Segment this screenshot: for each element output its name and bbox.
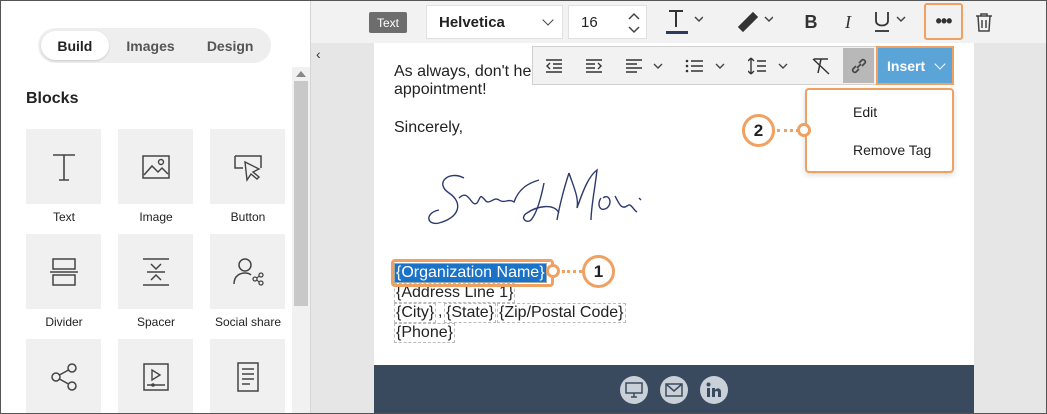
linkedin-icon[interactable] <box>700 376 728 404</box>
block-social-share-label: Social share <box>214 315 282 329</box>
sidebar-scrollbar[interactable] <box>292 67 310 413</box>
callout-connector-1 <box>562 270 582 273</box>
block-image[interactable] <box>118 129 193 204</box>
block-text[interactable] <box>26 129 101 204</box>
block-document[interactable] <box>210 339 285 413</box>
align-left-icon[interactable] <box>625 58 665 74</box>
text-icon <box>52 153 75 181</box>
line-spacing-icon[interactable] <box>748 57 790 75</box>
format-toolbar: Text Helvetica 16 B I ••• <box>311 1 1046 43</box>
text-color-icon <box>666 10 703 34</box>
link-button[interactable] <box>843 48 874 83</box>
element-type-badge: Text <box>369 12 407 33</box>
tag-phone[interactable]: {Phone} <box>394 323 455 343</box>
bullet-list-icon[interactable] <box>685 58 727 74</box>
indent-icon[interactable] <box>585 58 603 74</box>
social-share-icon <box>232 257 264 286</box>
callout-2: 2 <box>742 114 775 147</box>
tab-design[interactable]: Design <box>192 31 268 60</box>
email-footer <box>374 365 974 413</box>
divider-icon <box>49 257 78 286</box>
document-icon <box>236 361 259 392</box>
tag-city[interactable]: {City} <box>394 303 437 323</box>
link-icon <box>851 58 866 73</box>
trash-icon <box>976 13 992 32</box>
email-text-line2[interactable]: appointment! <box>394 81 487 99</box>
spacer-icon <box>142 257 169 286</box>
block-share[interactable] <box>26 339 101 413</box>
font-size-value: 16 <box>581 13 598 31</box>
comma-separator: , <box>438 303 443 320</box>
button-icon <box>233 154 262 182</box>
tab-build[interactable]: Build <box>41 31 109 60</box>
tag-state[interactable]: {State} <box>444 303 497 323</box>
block-divider-label: Divider <box>45 315 83 329</box>
clear-format-icon[interactable] <box>811 57 831 75</box>
tab-images[interactable]: Images <box>109 31 193 60</box>
underline-icon <box>875 12 906 32</box>
email-icon[interactable] <box>660 376 688 404</box>
text-color-button[interactable] <box>663 7 703 37</box>
share-icon <box>50 362 77 391</box>
collapse-sidebar-chevron-icon[interactable]: ‹ <box>316 46 321 62</box>
block-video[interactable] <box>118 339 193 413</box>
video-icon <box>142 362 169 391</box>
email-text-line1[interactable]: As always, don't he <box>394 63 531 81</box>
website-icon[interactable] <box>620 376 648 404</box>
tag-zip[interactable]: {Zip/Postal Code} <box>497 303 626 323</box>
delete-button[interactable] <box>973 10 995 34</box>
block-button-label: Button <box>230 210 266 224</box>
tag-options-dropdown: Edit Remove Tag <box>805 88 954 173</box>
callout-connector-2 <box>777 129 799 132</box>
scroll-up-arrow-icon[interactable] <box>296 71 306 77</box>
ellipsis-icon: ••• <box>935 11 953 31</box>
font-family-value: Helvetica <box>439 13 505 31</box>
chevron-down-icon <box>934 58 946 70</box>
bold-icon[interactable]: B <box>801 10 821 34</box>
font-family-select[interactable]: Helvetica <box>426 5 563 39</box>
insert-button[interactable]: Insert <box>876 46 954 85</box>
block-social-share[interactable] <box>210 234 285 309</box>
more-options-button[interactable]: ••• <box>924 3 963 40</box>
menu-item-remove-tag[interactable]: Remove Tag <box>853 142 931 158</box>
highlight-button[interactable] <box>733 7 773 37</box>
selection-highlight-box <box>391 259 554 287</box>
block-spacer[interactable] <box>118 234 193 309</box>
block-text-label: Text <box>52 210 75 224</box>
outdent-icon[interactable] <box>545 58 563 74</box>
sidebar: Build Images Design Blocks Text Image Bu… <box>1 1 311 413</box>
underline-button[interactable] <box>871 7 915 37</box>
block-spacer-label: Spacer <box>136 315 176 329</box>
block-button[interactable] <box>210 129 285 204</box>
image-icon <box>141 154 170 179</box>
sidebar-tabs: Build Images Design <box>38 28 271 63</box>
chevron-down-icon <box>542 14 554 26</box>
app-window: Build Images Design Blocks Text Image Bu… <box>0 0 1047 414</box>
font-size-input[interactable]: 16 <box>568 5 647 39</box>
callout-knob-2 <box>797 123 811 137</box>
block-divider[interactable] <box>26 234 101 309</box>
menu-item-edit[interactable]: Edit <box>853 104 877 120</box>
highlighter-icon <box>737 11 773 33</box>
italic-icon[interactable]: I <box>838 10 858 34</box>
stepper-arrows-icon[interactable] <box>627 11 641 35</box>
insert-label: Insert <box>887 57 926 74</box>
block-image-label: Image <box>139 210 173 224</box>
blocks-heading: Blocks <box>26 90 79 107</box>
signature-image <box>428 168 642 225</box>
callout-knob-1 <box>546 264 560 278</box>
email-closing[interactable]: Sincerely, <box>394 119 463 137</box>
callout-1: 1 <box>582 255 615 288</box>
scroll-thumb[interactable] <box>294 81 308 306</box>
